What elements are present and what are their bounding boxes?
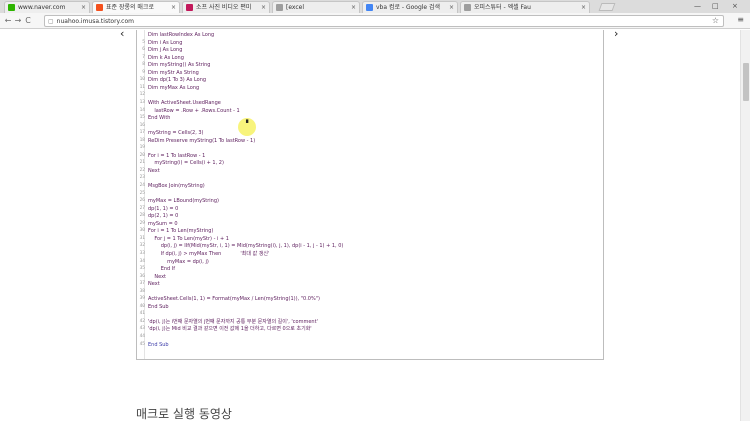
- tab-google-search[interactable]: vba 컴로 - Google 검색 ×: [362, 1, 458, 13]
- close-window-icon[interactable]: ×: [732, 1, 738, 11]
- code-block: Dim lastRowIndex As Long 5 Dim i As Long 6 D…: [136, 30, 604, 360]
- tab-macro-blog[interactable]: 표준 장롱의 매크로 ×: [92, 1, 180, 13]
- reload-icon[interactable]: C: [23, 14, 33, 28]
- maximize-icon[interactable]: □: [712, 1, 719, 11]
- browser-toolbar: ← → C ▢ nuahoo.imusa.tistory.com ☆ ≡: [0, 13, 750, 29]
- tab-officetutor[interactable]: 오피스튜터 - 엑셀 Fau ×: [460, 1, 590, 13]
- new-tab-button[interactable]: [598, 3, 616, 11]
- page-content: ‹ › Dim lastRowIndex As Long 5 Dim i As Lo…: [0, 27, 740, 421]
- google-favicon-icon: [366, 4, 373, 11]
- mouse-cursor-highlight: ▘: [238, 118, 256, 136]
- tab-label: 오피스튜터 - 엑셀 Fau: [474, 3, 531, 11]
- tab-close-icon[interactable]: ×: [171, 3, 176, 13]
- line-number: 45: [139, 341, 145, 347]
- tab-close-icon[interactable]: ×: [261, 3, 266, 13]
- blog-favicon-icon: [96, 4, 103, 11]
- tab-label: www.naver.com: [18, 3, 66, 11]
- tab-label: 표준 장롱의 매크로: [106, 3, 154, 11]
- code-text: End Sub: [148, 341, 169, 348]
- mouse-pointer-icon: ▘: [246, 120, 251, 127]
- tab-naver[interactable]: www.naver.com ×: [4, 1, 90, 13]
- tab-excel[interactable]: [excel ×: [272, 1, 360, 13]
- scrollbar-thumb[interactable]: [743, 63, 749, 101]
- tab-video[interactable]: 소프 사진 비디오 편미 ×: [182, 1, 270, 13]
- officetutor-favicon-icon: [464, 4, 471, 11]
- minimize-icon[interactable]: —: [694, 1, 701, 11]
- vertical-scrollbar[interactable]: [740, 30, 750, 421]
- back-arrow-icon[interactable]: ←: [3, 14, 13, 28]
- tab-close-icon[interactable]: ×: [449, 3, 454, 13]
- address-bar[interactable]: ▢ nuahoo.imusa.tistory.com ☆: [44, 15, 724, 27]
- code-line: 45 End Sub: [137, 340, 603, 350]
- tab-close-icon[interactable]: ×: [581, 3, 586, 13]
- slider-prev-icon[interactable]: ‹: [120, 27, 124, 40]
- page-info-icon[interactable]: ▢: [48, 18, 54, 25]
- tab-label: 소프 사진 비디오 편미: [196, 3, 252, 11]
- tab-label: vba 컴로 - Google 검색: [376, 3, 441, 11]
- address-url[interactable]: nuahoo.imusa.tistory.com: [57, 18, 134, 25]
- naver-favicon-icon: [8, 4, 15, 11]
- forward-arrow-icon[interactable]: →: [13, 14, 23, 28]
- tab-label: [excel: [286, 3, 305, 11]
- tab-close-icon[interactable]: ×: [81, 3, 86, 13]
- browser-menu-icon[interactable]: ≡: [737, 15, 744, 24]
- section-heading: 매크로 실행 동영상: [136, 407, 232, 421]
- bookmark-star-icon[interactable]: ☆: [712, 16, 719, 26]
- video-favicon-icon: [186, 4, 193, 11]
- tab-strip: www.naver.com × 표준 장롱의 매크로 × 소프 사진 비디오 편…: [0, 0, 750, 13]
- slider-next-icon[interactable]: ›: [614, 27, 618, 40]
- excel-favicon-icon: [276, 4, 283, 11]
- tab-close-icon[interactable]: ×: [351, 3, 356, 13]
